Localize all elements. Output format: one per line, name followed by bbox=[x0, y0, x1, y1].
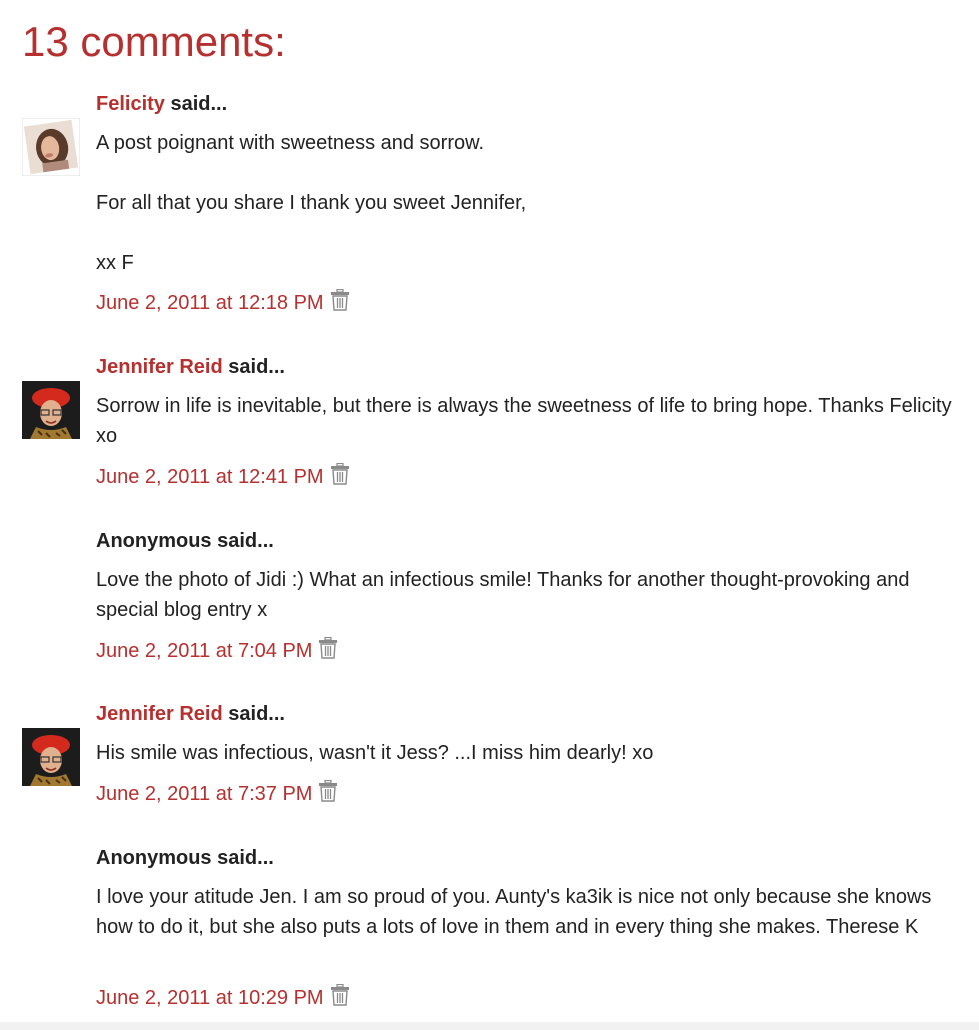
comment-paragraph: xx F bbox=[96, 252, 134, 274]
comment-author-line: Jennifer Reid said... bbox=[96, 355, 285, 379]
trash-icon[interactable] bbox=[330, 983, 350, 1006]
comment-author-link[interactable]: Jennifer Reid bbox=[96, 356, 223, 378]
comment-footer: June 2, 2011 at 7:37 PM bbox=[96, 779, 338, 807]
comment-author-line: Jennifer Reid said... bbox=[96, 702, 285, 726]
comment-footer: June 2, 2011 at 12:18 PM bbox=[96, 288, 350, 316]
comment-body: A post poignant with sweetness and sorro… bbox=[96, 128, 956, 278]
comment-paragraph: A post poignant with sweetness and sorro… bbox=[96, 132, 485, 154]
comment-author-line: Anonymous said... bbox=[96, 529, 274, 553]
avatar[interactable] bbox=[22, 381, 80, 439]
comment-author-link[interactable]: Felicity bbox=[96, 93, 165, 115]
said-label: said... bbox=[228, 703, 285, 725]
comment-paragraph: I love your atitude Jen. I am so proud o… bbox=[96, 886, 932, 938]
said-label: said... bbox=[217, 530, 274, 552]
comment-paragraph: Sorrow in life is inevitable, but there … bbox=[96, 395, 952, 447]
comment-footer: June 2, 2011 at 7:04 PM bbox=[96, 636, 338, 664]
trash-icon[interactable] bbox=[318, 636, 338, 659]
trash-icon[interactable] bbox=[330, 288, 350, 311]
said-label: said... bbox=[217, 847, 274, 869]
avatar[interactable] bbox=[22, 728, 80, 786]
trash-icon[interactable] bbox=[318, 779, 338, 802]
comment-timestamp-link[interactable]: June 2, 2011 at 7:37 PM bbox=[96, 781, 312, 807]
comment-author-line: Anonymous said... bbox=[96, 846, 274, 870]
trash-icon[interactable] bbox=[330, 462, 350, 485]
said-label: said... bbox=[170, 93, 228, 115]
comment-paragraph: Love the photo of Jidi :) What an infect… bbox=[96, 569, 910, 621]
comment-paragraph: His smile was infectious, wasn't it Jess… bbox=[96, 742, 654, 764]
comment-timestamp-link[interactable]: June 2, 2011 at 12:18 PM bbox=[96, 290, 324, 316]
comment-footer: June 2, 2011 at 10:29 PM bbox=[96, 983, 350, 1011]
page-bottom-edge bbox=[0, 1022, 979, 1030]
comment-timestamp-link[interactable]: June 2, 2011 at 12:41 PM bbox=[96, 464, 324, 490]
comment-author-line: Felicity said... bbox=[96, 92, 227, 116]
said-label: said... bbox=[228, 356, 285, 378]
comment-body: Sorrow in life is inevitable, but there … bbox=[96, 391, 956, 451]
comment-timestamp-link[interactable]: June 2, 2011 at 10:29 PM bbox=[96, 985, 324, 1011]
comment-paragraph: For all that you share I thank you sweet… bbox=[96, 192, 527, 214]
comment-timestamp-link[interactable]: June 2, 2011 at 7:04 PM bbox=[96, 638, 312, 664]
comment-author-name: Anonymous bbox=[96, 530, 212, 552]
comment-body: I love your atitude Jen. I am so proud o… bbox=[96, 882, 956, 942]
avatar[interactable] bbox=[22, 118, 80, 176]
comments-heading: 13 comments: bbox=[22, 18, 286, 65]
comment-author-link[interactable]: Jennifer Reid bbox=[96, 703, 223, 725]
comment-author-name: Anonymous bbox=[96, 847, 212, 869]
comment-body: Love the photo of Jidi :) What an infect… bbox=[96, 565, 956, 625]
comment-body: His smile was infectious, wasn't it Jess… bbox=[96, 738, 956, 768]
comment-footer: June 2, 2011 at 12:41 PM bbox=[96, 462, 350, 490]
